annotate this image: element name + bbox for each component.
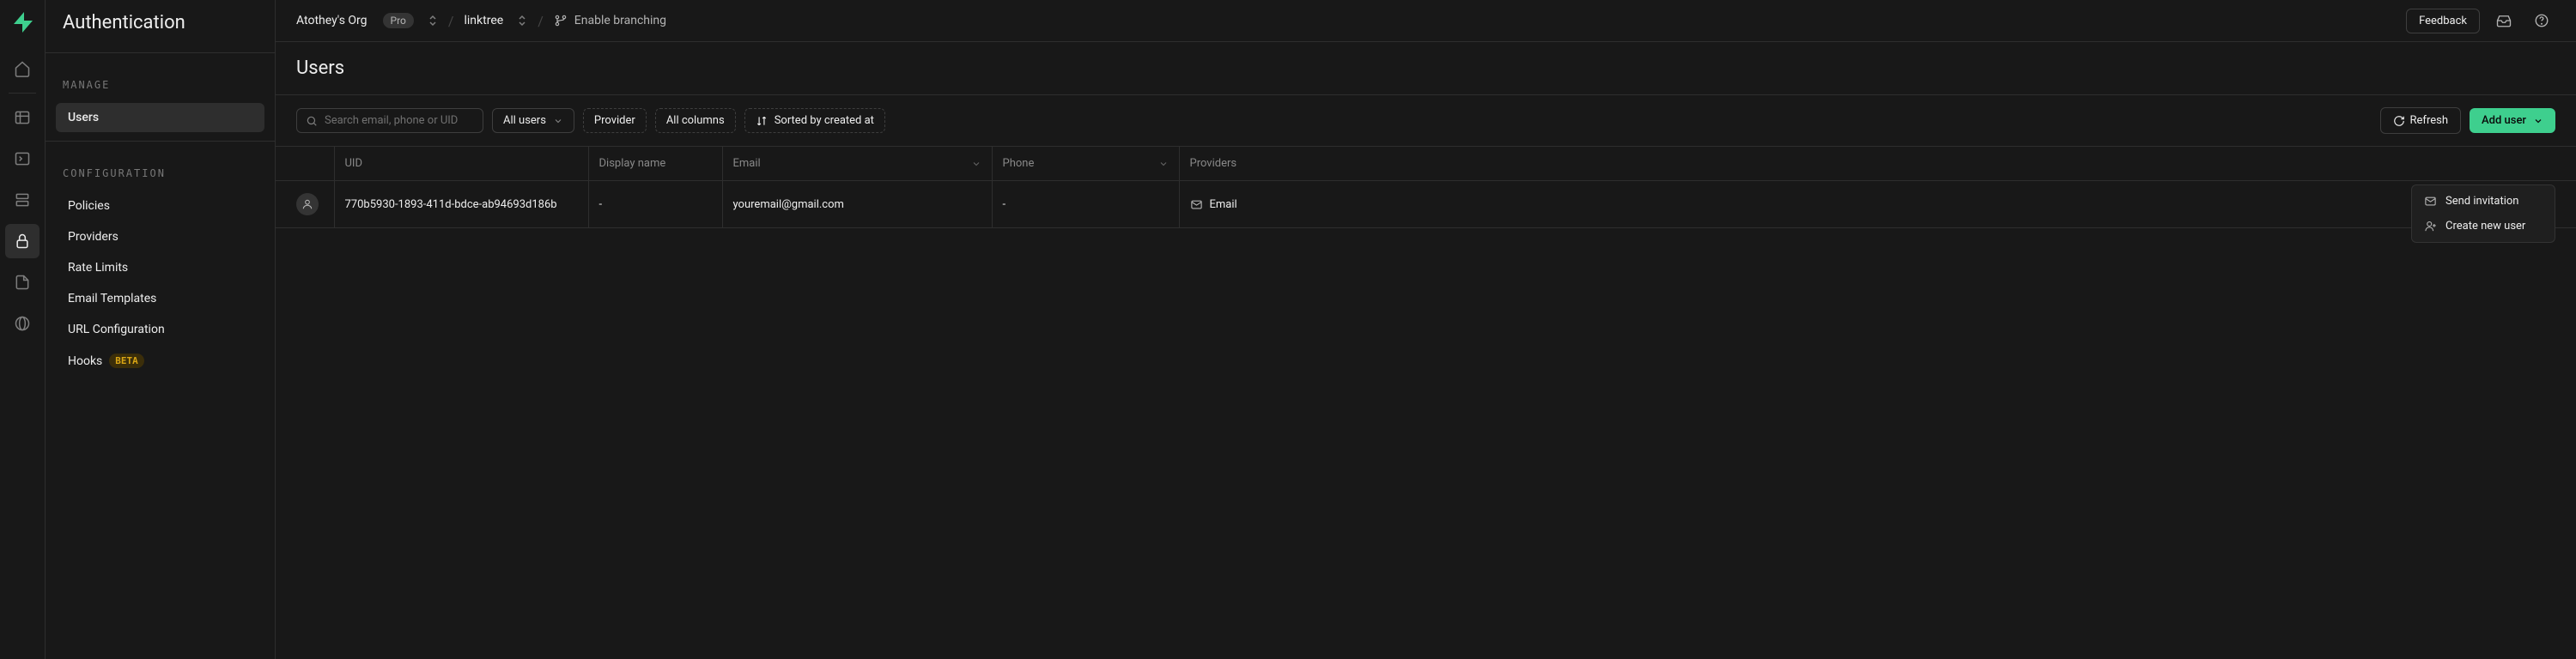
topbar: Atothey's Org Pro / linktree / Enable br… (276, 0, 2576, 42)
beta-badge: BETA (109, 354, 144, 368)
help-icon[interactable] (2528, 7, 2555, 34)
sidebar-item-url-config[interactable]: URL Configuration (56, 315, 264, 344)
table-row[interactable]: 770b5930-1893-411d-bdce-ab94693d186b - y… (276, 181, 2576, 228)
inbox-icon[interactable] (2490, 7, 2518, 34)
avatar (296, 193, 319, 215)
cell-phone: - (992, 181, 1179, 228)
page-title: Users (276, 42, 2576, 95)
rail-edge-icon[interactable] (5, 306, 39, 341)
refresh-icon (2393, 115, 2405, 127)
provider-filter[interactable]: Provider (583, 108, 647, 133)
sidebar-title: Authentication (46, 12, 275, 44)
rail-auth-icon[interactable] (5, 224, 39, 258)
users-table: UID Display name Email Phone (276, 147, 2576, 228)
cell-email: youremail@gmail.com (722, 181, 992, 228)
mail-icon (1190, 198, 1203, 211)
th-uid[interactable]: UID (334, 147, 588, 181)
sort-icon (756, 115, 768, 127)
breadcrumb-sep: / (538, 13, 544, 29)
sidebar-item-users[interactable]: Users (56, 103, 264, 132)
rail-storage-icon[interactable] (5, 265, 39, 299)
cell-display-name: - (588, 181, 722, 228)
th-display-name[interactable]: Display name (588, 147, 722, 181)
send-invitation-item[interactable]: Send invitation (2415, 189, 2551, 214)
user-plus-icon (2424, 220, 2437, 233)
chevron-down-icon (971, 159, 981, 169)
feedback-button[interactable]: Feedback (2406, 9, 2480, 33)
breadcrumb-project[interactable]: linktree (465, 14, 504, 27)
sidebar: Authentication MANAGE Users CONFIGURATIO… (46, 0, 276, 659)
user-icon (301, 198, 313, 210)
mail-icon (2424, 195, 2437, 208)
breadcrumb-sep: / (448, 13, 454, 29)
pro-badge: Pro (383, 13, 414, 28)
sidebar-section-config: CONFIGURATION (46, 150, 275, 190)
add-user-dropdown: Send invitation Create new user (2411, 184, 2555, 243)
project-switcher-icon[interactable] (517, 15, 527, 27)
all-columns-filter[interactable]: All columns (655, 108, 736, 133)
sidebar-item-rate-limits[interactable]: Rate Limits (56, 253, 264, 282)
chevron-down-icon (1158, 159, 1169, 169)
rail-database-icon[interactable] (5, 183, 39, 217)
cell-uid: 770b5930-1893-411d-bdce-ab94693d186b (334, 181, 588, 228)
th-icon (276, 147, 334, 181)
sidebar-section-manage: MANAGE (46, 62, 275, 101)
search-input-wrapper[interactable] (296, 108, 483, 133)
enable-branching-button[interactable]: Enable branching (554, 14, 666, 27)
sidebar-item-policies[interactable]: Policies (56, 191, 264, 221)
sidebar-item-label: Users (68, 111, 99, 124)
search-input[interactable] (325, 114, 474, 127)
sidebar-item-providers[interactable]: Providers (56, 222, 264, 251)
rail-home-icon[interactable] (5, 51, 39, 86)
branch-icon (554, 14, 568, 27)
add-user-button[interactable]: Add user (2470, 108, 2555, 133)
cell-provider: Email (1190, 198, 2567, 211)
sidebar-item-email-templates[interactable]: Email Templates (56, 284, 264, 313)
breadcrumb-org[interactable]: Atothey's Org (296, 14, 368, 27)
chevron-down-icon (553, 116, 563, 126)
sidebar-item-hooks[interactable]: Hooks BETA (56, 346, 264, 376)
logo-icon (10, 10, 34, 34)
th-phone[interactable]: Phone (992, 147, 1179, 181)
all-users-filter[interactable]: All users (492, 108, 574, 133)
search-icon (306, 115, 318, 127)
main: Atothey's Org Pro / linktree / Enable br… (276, 0, 2576, 659)
create-user-item[interactable]: Create new user (2415, 214, 2551, 239)
th-providers[interactable]: Providers (1179, 147, 2576, 181)
rail-table-icon[interactable] (5, 100, 39, 135)
th-email[interactable]: Email (722, 147, 992, 181)
chevron-down-icon (2533, 116, 2543, 126)
toolbar: All users Provider All columns Sorted by… (276, 95, 2576, 147)
icon-rail (0, 0, 46, 659)
refresh-button[interactable]: Refresh (2380, 107, 2461, 134)
rail-terminal-icon[interactable] (5, 142, 39, 176)
org-switcher-icon[interactable] (428, 15, 438, 27)
sort-filter[interactable]: Sorted by created at (744, 108, 885, 133)
